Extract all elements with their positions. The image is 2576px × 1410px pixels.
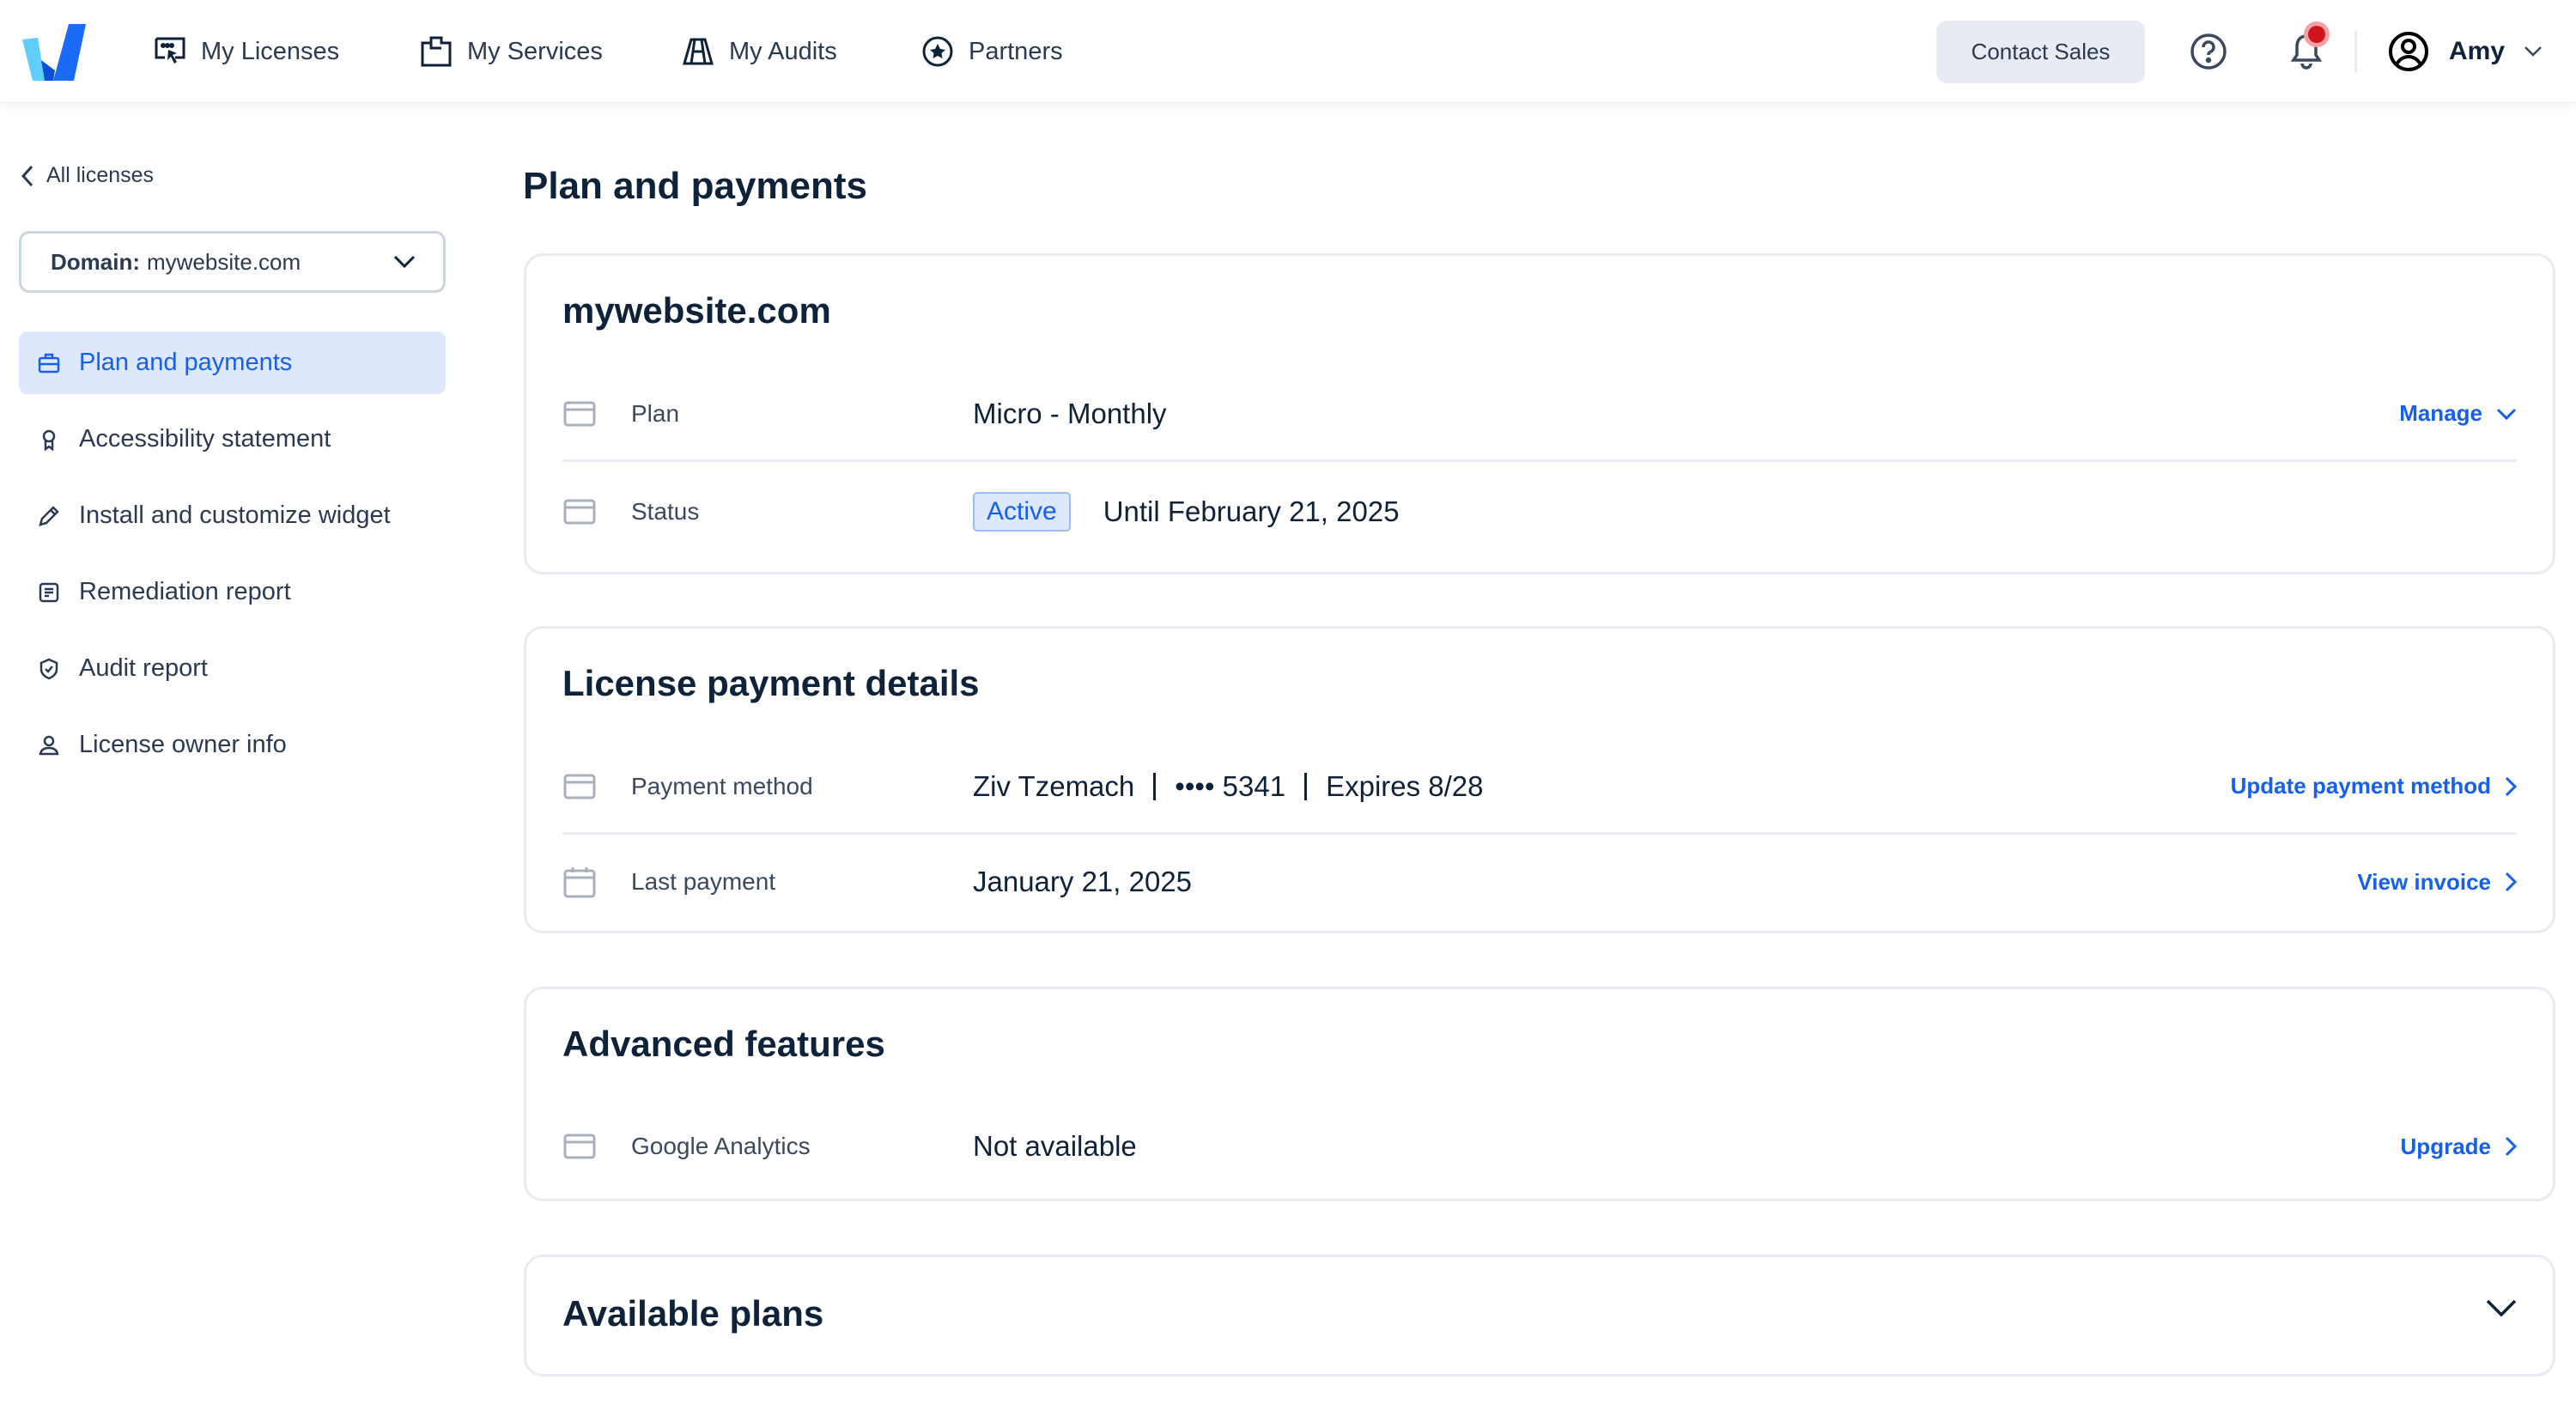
separator <box>1153 772 1157 800</box>
help-button[interactable] <box>2188 31 2229 72</box>
status-until: Until February 21, 2025 <box>1103 495 1400 527</box>
audits-icon <box>683 38 714 65</box>
status-label: Status <box>631 498 700 525</box>
payment-method-label: Payment method <box>631 772 813 799</box>
google-analytics-label: Google Analytics <box>631 1133 811 1159</box>
nav-label: My Services <box>467 37 603 65</box>
sidebar-item-label: License owner info <box>79 731 287 758</box>
cardholder-name: Ziv Tzemach <box>973 769 1135 802</box>
chevron-down-icon <box>2496 408 2517 420</box>
card-icon <box>563 499 596 525</box>
card-icon <box>563 774 596 799</box>
sidebar-item-accessibility-statement[interactable]: Accessibility statement <box>19 408 446 471</box>
chevron-right-icon <box>2505 776 2517 796</box>
domain-select-value: mywebsite.com <box>147 248 301 275</box>
sidebar-item-remediation-report[interactable]: Remediation report <box>19 561 446 623</box>
plan-card: mywebsite.com Plan Micro - Monthly Manag… <box>524 253 2555 574</box>
sidebar-item-label: Install and customize widget <box>79 501 391 529</box>
last-payment-value: January 21, 2025 <box>973 866 1193 897</box>
award-icon <box>42 429 56 451</box>
plan-value: Micro - Monthly <box>973 397 1167 429</box>
domain-select[interactable]: Domain: mywebsite.com <box>19 231 446 293</box>
features-card-title: Advanced features <box>562 1024 885 1064</box>
page-title: Plan and payments <box>523 165 868 207</box>
sidebar-item-label: Accessibility statement <box>79 425 331 453</box>
pencil-icon <box>39 505 59 526</box>
card-icon <box>563 1133 596 1159</box>
user-icon <box>39 735 59 755</box>
nav-my-audits[interactable]: My Audits <box>681 31 837 72</box>
payment-details-card: License payment details Payment method Z… <box>524 626 2555 933</box>
status-row: Status Active Until February 21, 2025 <box>562 465 2517 559</box>
all-licenses-link[interactable]: All licenses <box>21 163 154 188</box>
user-menu[interactable]: Amy <box>2387 27 2543 76</box>
card-last-digits: •••• 5341 <box>1175 769 1286 802</box>
top-navigation: My Licenses My Services My Audits Partne… <box>0 0 2576 103</box>
payment-method-value: Ziv Tzemach •••• 5341 Expires 8/28 <box>973 770 1484 803</box>
upgrade-label: Upgrade <box>2400 1133 2491 1159</box>
chevron-down-icon <box>2524 46 2542 57</box>
last-payment-label: Last payment <box>631 868 776 895</box>
chevron-left-icon <box>21 165 33 186</box>
app-logo[interactable] <box>19 21 88 82</box>
nav-label: Partners <box>969 37 1063 65</box>
update-payment-label: Update payment method <box>2230 773 2491 799</box>
partners-star-icon <box>922 36 953 67</box>
services-icon <box>421 36 452 67</box>
available-plans-card[interactable]: Available plans <box>524 1255 2555 1377</box>
document-icon <box>39 582 59 602</box>
chevron-right-icon <box>2505 872 2517 892</box>
nav-label: My Audits <box>729 37 837 65</box>
google-analytics-value: Not available <box>973 1130 1137 1162</box>
card-icon <box>563 401 596 426</box>
calendar-icon <box>563 867 596 898</box>
payment-method-row: Payment method Ziv Tzemach •••• 5341 Exp… <box>562 740 2517 835</box>
user-name: Amy <box>2449 37 2506 65</box>
user-avatar-icon <box>2389 32 2428 71</box>
nav-my-services[interactable]: My Services <box>419 31 603 72</box>
view-invoice-link[interactable]: View invoice <box>2357 869 2517 896</box>
sidebar-item-label: Remediation report <box>79 578 291 605</box>
plan-label: Plan <box>631 399 680 427</box>
manage-button[interactable]: Manage <box>2399 400 2517 427</box>
contact-sales-button[interactable]: Contact Sales <box>1936 21 2145 83</box>
status-value: Active Until February 21, 2025 <box>973 492 1400 532</box>
advanced-features-card: Advanced features Google Analytics Not a… <box>524 987 2555 1201</box>
sidebar-nav: Plan and payments Accessibility statemen… <box>19 331 446 790</box>
briefcase-icon <box>38 353 60 373</box>
shield-check-icon <box>39 658 58 679</box>
sidebar-item-plan-and-payments[interactable]: Plan and payments <box>19 331 446 394</box>
plan-card-title: mywebsite.com <box>562 290 831 331</box>
nav-partners[interactable]: Partners <box>920 31 1063 72</box>
help-icon <box>2190 33 2227 70</box>
notifications-button[interactable] <box>2286 26 2327 72</box>
plan-row: Plan Micro - Monthly Manage <box>562 368 2517 462</box>
sidebar-item-audit-report[interactable]: Audit report <box>19 637 446 700</box>
licenses-icon <box>155 37 185 64</box>
payment-card-title: License payment details <box>562 663 980 703</box>
separator <box>1304 772 1308 800</box>
nav-my-licenses[interactable]: My Licenses <box>153 31 339 72</box>
chevron-down-icon <box>393 255 416 269</box>
available-plans-title: Available plans <box>562 1293 824 1334</box>
chevron-right-icon <box>2505 1136 2517 1157</box>
domain-select-label: Domain: <box>51 248 140 275</box>
view-invoice-label: View invoice <box>2357 868 2491 895</box>
status-badge: Active <box>973 492 1071 532</box>
google-analytics-row: Google Analytics Not available Upgrade <box>562 1099 2517 1194</box>
upgrade-link[interactable]: Upgrade <box>2401 1133 2517 1160</box>
back-link-label: All licenses <box>46 163 155 187</box>
header-divider <box>2354 31 2357 72</box>
last-payment-row: Last payment January 21, 2025 View invoi… <box>562 835 2517 929</box>
sidebar-item-label: Audit report <box>79 654 208 682</box>
nav-label: My Licenses <box>201 37 340 65</box>
update-payment-method-link[interactable]: Update payment method <box>2231 773 2517 799</box>
card-expiry: Expires 8/28 <box>1326 769 1484 802</box>
sidebar-item-install-widget[interactable]: Install and customize widget <box>19 484 446 547</box>
chevron-down-icon[interactable] <box>2486 1298 2517 1317</box>
sidebar-item-license-owner-info[interactable]: License owner info <box>19 714 446 776</box>
manage-label: Manage <box>2399 400 2482 426</box>
notification-badge <box>2308 26 2325 43</box>
sidebar-item-label: Plan and payments <box>79 349 293 376</box>
